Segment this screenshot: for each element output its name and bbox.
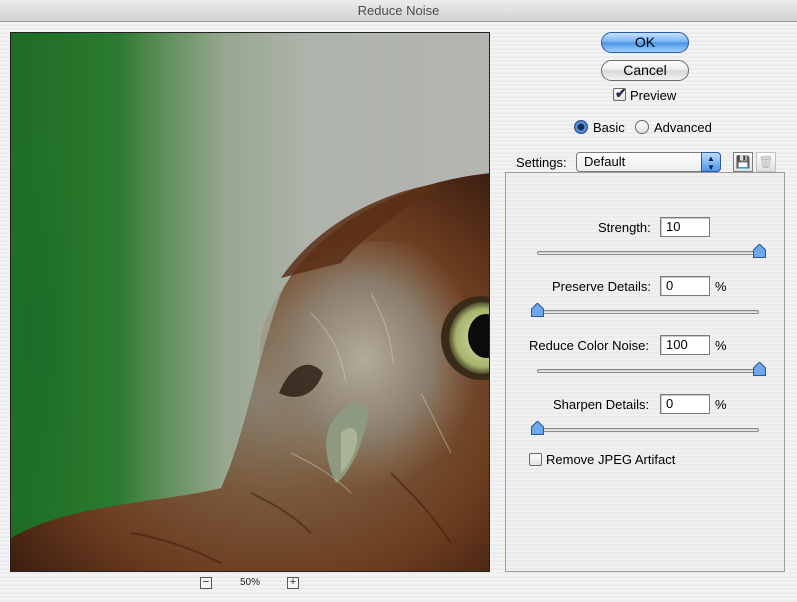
cancel-button[interactable]: Cancel	[601, 60, 689, 81]
strength-input[interactable]: 10	[660, 217, 710, 237]
save-settings-button[interactable]: 💾	[733, 152, 753, 172]
settings-label: Settings:	[513, 155, 570, 170]
zoom-in-button[interactable]: +	[287, 577, 299, 589]
reduce-color-noise-label: Reduce Color Noise:	[529, 338, 649, 353]
save-icon: 💾	[735, 155, 751, 169]
window-title: Reduce Noise	[0, 0, 797, 22]
trash-icon: 🗑	[758, 155, 774, 169]
checkmark-icon: ✔	[615, 85, 627, 101]
reduce-color-noise-slider-track[interactable]	[537, 369, 759, 373]
reduce-color-noise-slider-thumb[interactable]	[753, 362, 766, 376]
sharpen-details-slider-thumb[interactable]	[531, 421, 544, 435]
strength-label: Strength:	[598, 220, 651, 235]
sharpen-details-input[interactable]: 0	[660, 394, 710, 414]
sharpen-details-slider-track[interactable]	[537, 428, 759, 432]
advanced-label: Advanced	[654, 120, 712, 135]
basic-radio[interactable]	[574, 120, 588, 134]
remove-jpeg-artifact-checkbox[interactable]	[529, 453, 542, 466]
image-preview[interactable]	[10, 32, 490, 572]
sharpen-details-label: Sharpen Details:	[553, 397, 650, 412]
preview-label: Preview	[630, 88, 677, 103]
sharpen-details-unit: %	[715, 397, 727, 412]
ok-button[interactable]: OK	[601, 32, 689, 53]
preserve-details-unit: %	[715, 279, 727, 294]
preview-checkbox[interactable]: ✔	[613, 85, 627, 101]
strength-slider-track[interactable]	[537, 251, 759, 255]
settings-selected-value: Default	[584, 154, 626, 169]
reduce-color-noise-unit: %	[715, 338, 727, 353]
preserve-details-slider-thumb[interactable]	[531, 303, 544, 317]
zoom-controls: − 50% +	[200, 576, 300, 590]
remove-jpeg-artifact-label: Remove JPEG Artifact	[546, 452, 676, 467]
delete-settings-button[interactable]: 🗑	[756, 152, 776, 172]
settings-dropdown[interactable]: Default ▲ ▼	[576, 152, 721, 172]
preserve-details-input[interactable]: 0	[660, 276, 710, 296]
advanced-radio[interactable]	[635, 120, 649, 134]
preserve-details-slider-track[interactable]	[537, 310, 759, 314]
owl-image	[11, 173, 489, 571]
zoom-level: 50%	[239, 577, 260, 588]
basic-label: Basic	[593, 120, 625, 135]
preserve-details-label: Preserve Details:	[552, 279, 651, 294]
strength-slider-thumb[interactable]	[753, 244, 766, 258]
zoom-out-button[interactable]: −	[200, 577, 212, 589]
dropdown-arrows-icon: ▲ ▼	[701, 152, 721, 172]
reduce-color-noise-input[interactable]: 100	[660, 335, 710, 355]
